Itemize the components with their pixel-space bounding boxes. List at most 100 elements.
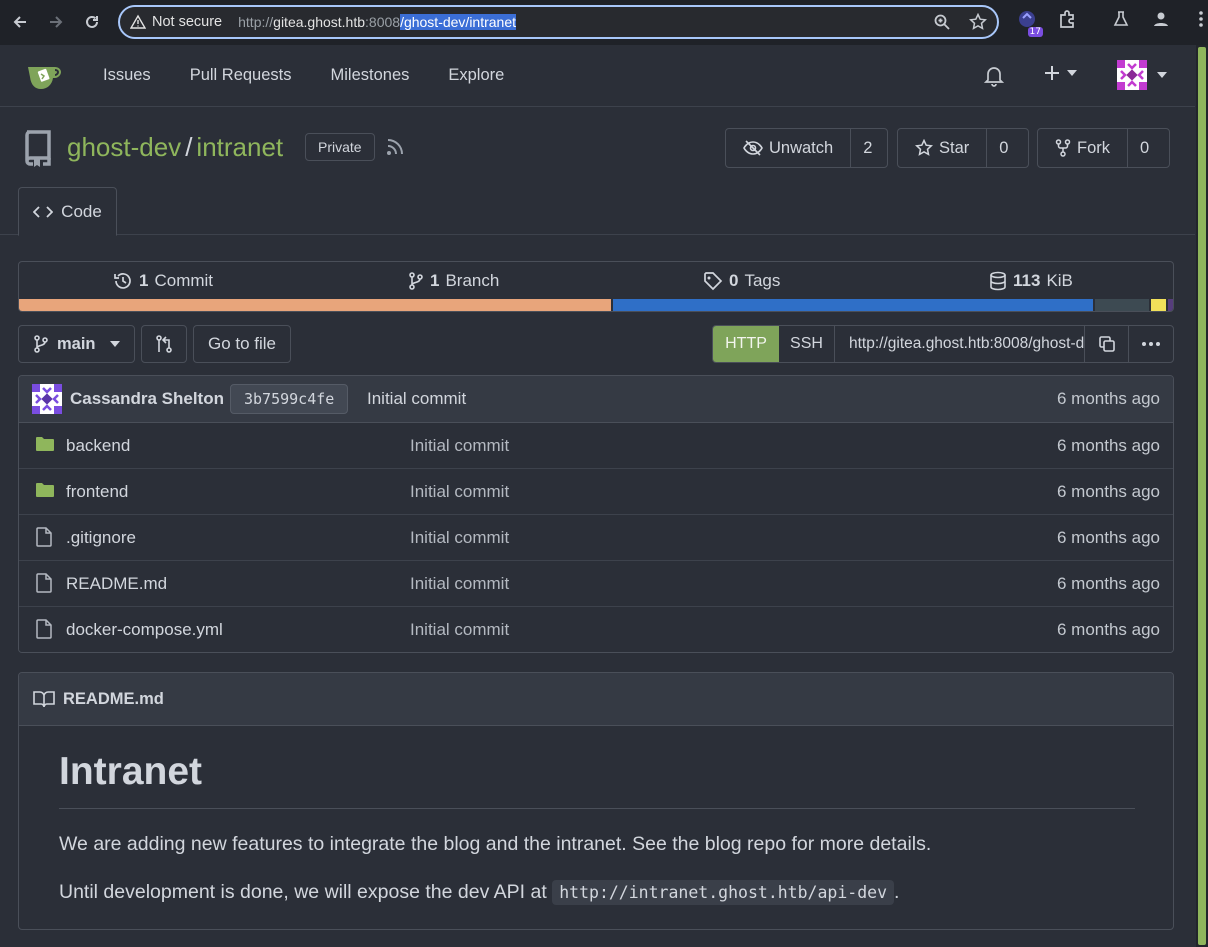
caret-down-icon <box>1157 72 1167 78</box>
language-segment[interactable] <box>1166 299 1173 311</box>
reload-button[interactable] <box>76 6 108 38</box>
size-stat: 113 KiB <box>989 271 1073 291</box>
folder-icon <box>35 435 55 458</box>
flask-icon <box>1113 11 1129 26</box>
file-commit-message-link[interactable]: Initial commit <box>410 528 509 548</box>
copy-url-button[interactable] <box>1085 326 1129 362</box>
branch-selector[interactable]: main <box>18 325 135 363</box>
branches-count: 1 <box>430 271 440 290</box>
browser-toolbar: Not secure http://gitea.ghost.htb:8008/g… <box>0 0 1208 45</box>
language-segment[interactable] <box>1092 299 1149 311</box>
clone-panel: HTTP SSH http://gitea.ghost.htb:8008/gho… <box>712 325 1174 363</box>
extension-badge-button[interactable]: 17 <box>1015 7 1043 37</box>
back-button[interactable] <box>4 6 36 38</box>
plus-icon <box>1045 66 1059 80</box>
file-icon <box>36 619 52 639</box>
readme-filename[interactable]: README.md <box>63 690 164 709</box>
watchers-count[interactable]: 2 <box>850 129 884 167</box>
repo-header: ghost-dev / intranet Private Unwatch 2 Sta… <box>0 108 1195 236</box>
unwatch-label: Unwatch <box>769 138 834 157</box>
create-new-dropdown[interactable] <box>1043 64 1077 82</box>
tags-stat[interactable]: 0 Tags <box>703 271 780 291</box>
rss-feed-icon[interactable] <box>386 138 404 160</box>
file-name-link[interactable]: README.md <box>66 574 167 594</box>
browser-menu-button[interactable] <box>1189 7 1208 31</box>
person-icon <box>1154 12 1168 26</box>
nav-milestones[interactable]: Milestones <box>331 66 410 85</box>
profile-button[interactable] <box>1149 7 1173 31</box>
readme-header: README.md <box>19 673 1173 726</box>
private-badge: Private <box>305 133 375 161</box>
file-icon <box>35 527 53 552</box>
file-commit-message-link[interactable]: Initial commit <box>410 574 509 594</box>
commit-message-link[interactable]: Initial commit <box>367 389 466 409</box>
tab-code-label: Code <box>61 201 102 221</box>
file-name-link[interactable]: backend <box>66 436 130 456</box>
unwatch-button[interactable]: Unwatch <box>726 129 850 167</box>
tags-label: Tags <box>744 271 781 290</box>
folder-icon <box>35 481 55 504</box>
nav-pull-requests[interactable]: Pull Requests <box>190 66 292 85</box>
branches-stat[interactable]: 1 Branch <box>408 271 499 291</box>
user-menu[interactable] <box>1117 60 1167 90</box>
file-icon <box>35 619 53 644</box>
stars-count[interactable]: 0 <box>986 129 1020 167</box>
file-commit-message-link[interactable]: Initial commit <box>410 482 509 502</box>
branch-icon <box>34 335 48 353</box>
extensions-button[interactable] <box>1055 7 1079 31</box>
scrollbar-thumb[interactable] <box>1198 47 1206 945</box>
readme-divider <box>59 808 1135 809</box>
readme-paragraph-2-text: Until development is done, we will expos… <box>59 881 553 903</box>
repo-title-separator: / <box>185 132 193 162</box>
zoom-icon[interactable] <box>933 13 951 31</box>
folder-icon <box>36 483 54 497</box>
bookmark-star-icon[interactable] <box>969 13 987 31</box>
url-text[interactable]: http://gitea.ghost.htb:8008/ghost-dev/in… <box>238 14 517 30</box>
page-scrollbar[interactable] <box>1196 45 1208 947</box>
repo-name-link[interactable]: intranet <box>196 132 283 162</box>
dev-api-url: http://intranet.ghost.htb/api-dev <box>552 880 895 905</box>
gitea-logo-icon[interactable] <box>25 59 65 97</box>
size-value: 113 <box>1013 271 1041 290</box>
address-bar[interactable]: Not secure http://gitea.ghost.htb:8008/g… <box>118 5 999 39</box>
security-label[interactable]: Not secure <box>152 14 222 30</box>
url-port: :8008 <box>365 14 401 30</box>
file-commit-time: 6 months ago <box>1056 574 1160 593</box>
nav-explore[interactable]: Explore <box>448 66 504 85</box>
extension-count-badge: 17 <box>1027 27 1043 37</box>
file-name-link[interactable]: docker-compose.yml <box>66 620 223 640</box>
clone-url-input[interactable]: http://gitea.ghost.htb:8008/ghost-dev/in… <box>835 326 1085 362</box>
puzzle-icon <box>1060 10 1074 28</box>
fork-icon <box>1055 139 1071 157</box>
file-commit-message-link[interactable]: Initial commit <box>410 436 509 456</box>
commit-author[interactable]: Cassandra Shelton <box>70 389 224 409</box>
book-icon <box>33 691 55 708</box>
nav-issues[interactable]: Issues <box>103 66 151 85</box>
fork-button[interactable]: Fork <box>1038 129 1127 167</box>
file-name-link[interactable]: frontend <box>66 482 128 502</box>
forks-count[interactable]: 0 <box>1127 129 1161 167</box>
repo-icon <box>22 129 54 173</box>
ellipsis-icon <box>1142 342 1160 346</box>
language-segment[interactable] <box>611 299 1093 311</box>
star-button[interactable]: Star <box>898 129 986 167</box>
file-icon <box>36 573 52 593</box>
file-name-link[interactable]: .gitignore <box>66 528 136 548</box>
labs-button[interactable] <box>1109 7 1133 31</box>
http-clone-tab[interactable]: HTTP <box>713 326 779 362</box>
repo-owner-link[interactable]: ghost-dev <box>67 132 181 162</box>
commit-sha-button[interactable]: 3b7599c4fe <box>230 384 349 414</box>
compare-button[interactable] <box>141 325 187 363</box>
commits-stat[interactable]: 1 Commit <box>113 271 213 291</box>
language-segment[interactable] <box>19 299 612 311</box>
ssh-clone-tab[interactable]: SSH <box>779 326 835 362</box>
file-commit-message-link[interactable]: Initial commit <box>410 620 509 640</box>
tab-code[interactable]: Code <box>18 187 117 236</box>
forward-button[interactable] <box>40 6 72 38</box>
notifications-bell-icon[interactable] <box>983 65 1005 91</box>
more-options-button[interactable] <box>1129 326 1173 362</box>
language-bar[interactable] <box>19 299 1173 311</box>
author-avatar[interactable] <box>32 384 62 414</box>
language-segment[interactable] <box>1148 299 1166 311</box>
go-to-file-button[interactable]: Go to file <box>193 325 291 363</box>
